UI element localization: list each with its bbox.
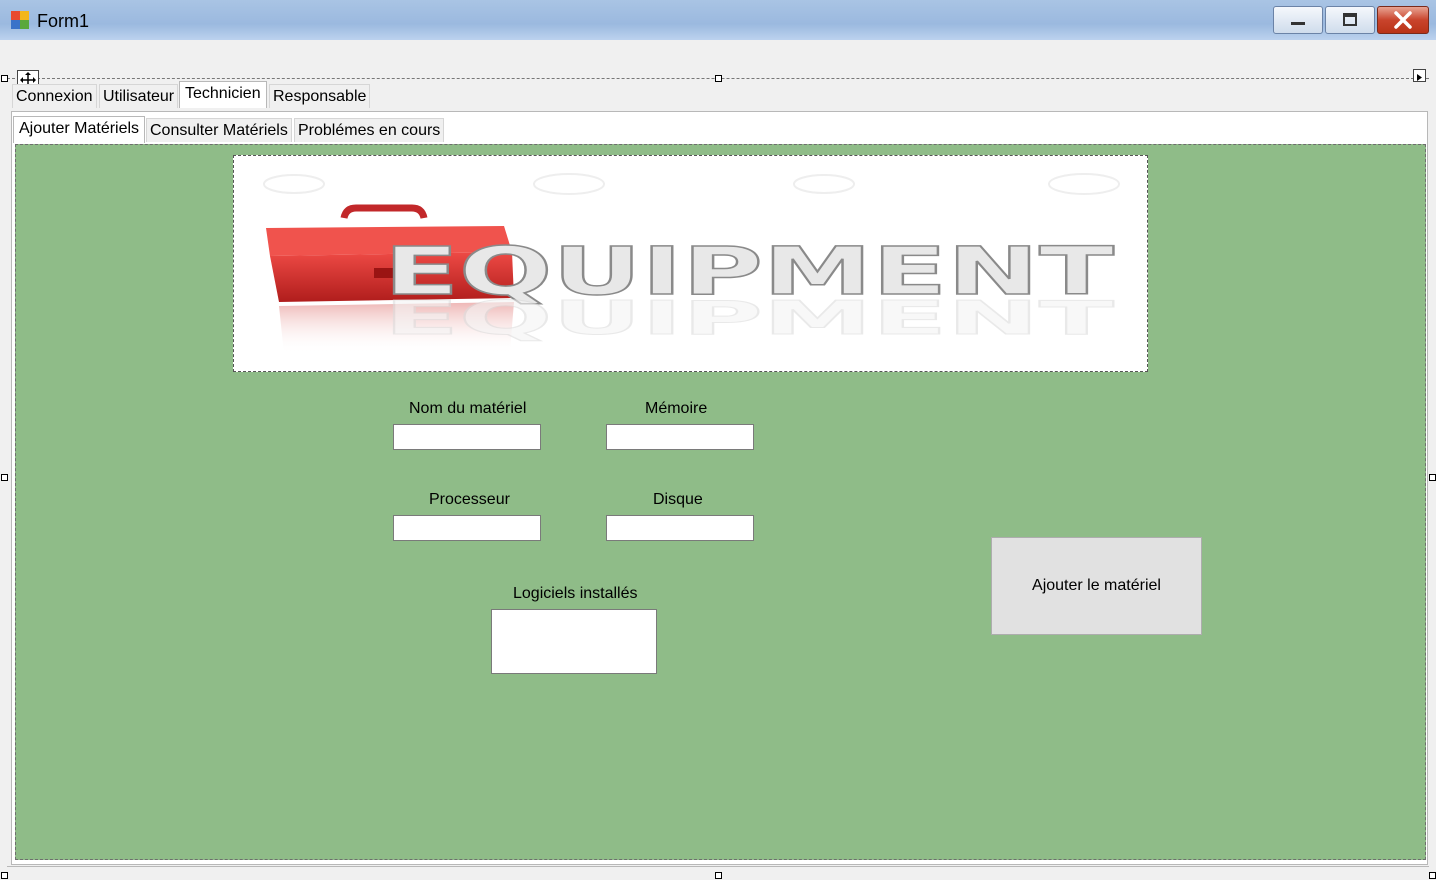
nom-input[interactable] <box>393 424 541 450</box>
resize-handle[interactable] <box>1 474 8 481</box>
processeur-input[interactable] <box>393 515 541 541</box>
minimize-button[interactable] <box>1273 6 1323 34</box>
tab-responsable[interactable]: Responsable <box>269 84 371 108</box>
disque-input[interactable] <box>606 515 754 541</box>
window-title: Form1 <box>37 11 90 31</box>
maximize-button[interactable] <box>1325 6 1375 34</box>
equipment-banner-image: EQUIPMENT EQUIPMENT <box>233 155 1148 372</box>
resize-handle[interactable] <box>715 75 722 82</box>
minimize-icon <box>1291 22 1305 25</box>
tab-utilisateur[interactable]: Utilisateur <box>99 84 179 108</box>
tab-technicien[interactable]: Technicien <box>179 81 267 108</box>
memoire-input[interactable] <box>606 424 754 450</box>
logiciels-textarea[interactable] <box>491 609 657 674</box>
resize-handle[interactable] <box>1429 872 1436 879</box>
tab-ajouter-materiels[interactable]: Ajouter Matériels <box>13 116 146 143</box>
banner-word-reflection: EQUIPMENT <box>384 291 1115 345</box>
resize-handle[interactable] <box>1 872 8 879</box>
maximize-icon <box>1343 13 1357 26</box>
resize-handle[interactable] <box>1 75 8 82</box>
disque-label: Disque <box>653 491 703 508</box>
memoire-label: Mémoire <box>645 400 708 417</box>
close-button[interactable] <box>1377 6 1429 34</box>
smart-tag-arrow-icon[interactable] <box>1413 69 1426 82</box>
resize-handle[interactable] <box>1429 474 1436 481</box>
toolbox-illustration: EQUIPMENT EQUIPMENT <box>263 173 1120 354</box>
bottom-border <box>7 866 1429 867</box>
tab-problemes-en-cours[interactable]: Problémes en cours <box>294 118 445 142</box>
processeur-label: Processeur <box>429 491 510 508</box>
close-icon <box>1394 11 1412 29</box>
nom-label: Nom du matériel <box>409 400 527 417</box>
logiciels-label: Logiciels installés <box>513 585 638 602</box>
app-icon <box>11 11 29 29</box>
resize-handle[interactable] <box>715 872 722 879</box>
tab-consulter-materiels[interactable]: Consulter Matériels <box>146 118 292 142</box>
tab-connexion[interactable]: Connexion <box>12 84 97 108</box>
title-bar: Form1 <box>0 0 1436 40</box>
ajouter-materiel-button[interactable]: Ajouter le matériel <box>991 537 1202 635</box>
